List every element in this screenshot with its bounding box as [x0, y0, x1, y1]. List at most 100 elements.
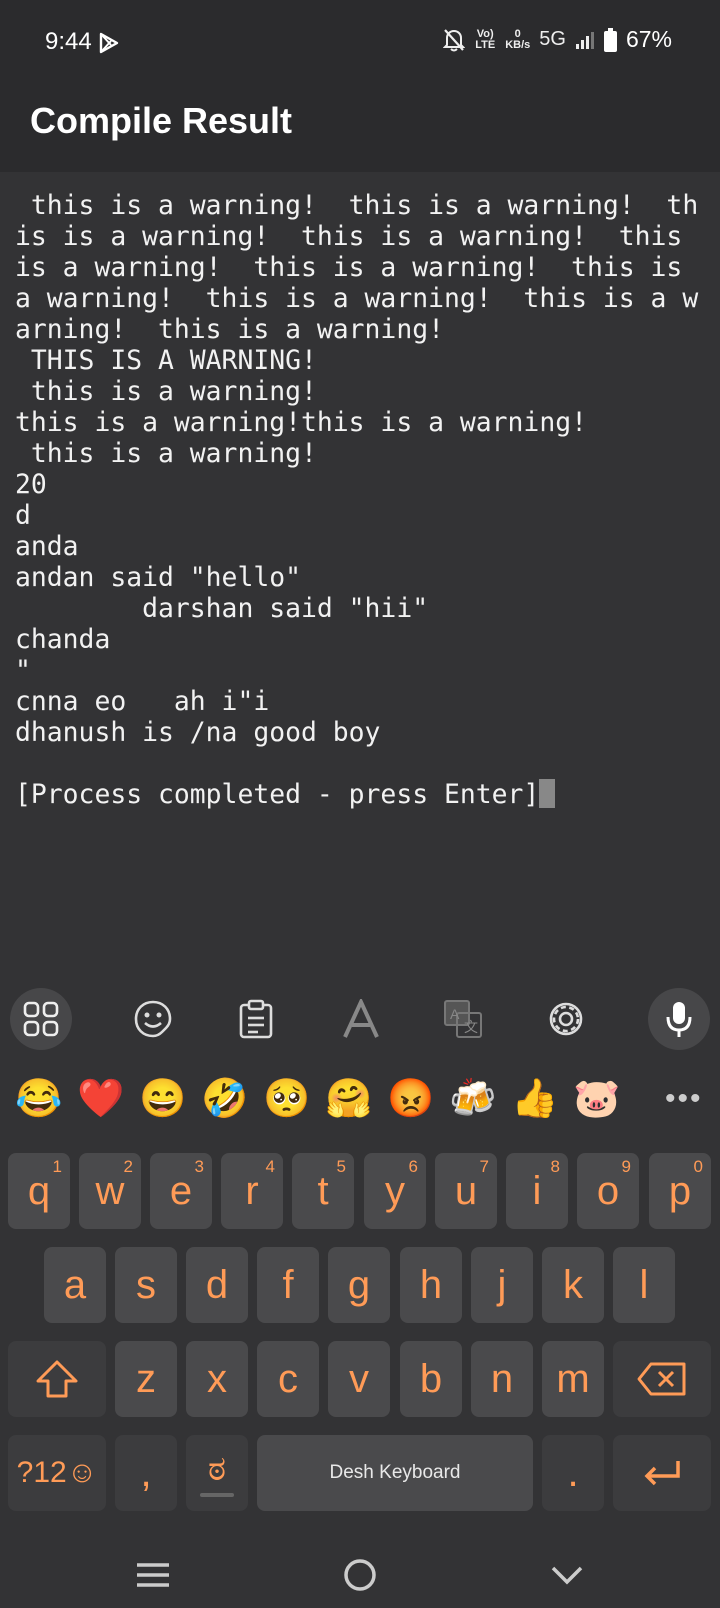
key-r[interactable]: r4 — [221, 1153, 283, 1229]
terminal-line: dhanush is /na good boy — [15, 717, 381, 748]
emoji-suggestion[interactable]: 😡 — [383, 1076, 439, 1122]
font-style-icon — [343, 999, 379, 1038]
key-hint: 7 — [479, 1157, 489, 1176]
emoji-suggestion[interactable]: 🍻 — [445, 1076, 501, 1122]
key-t[interactable]: t5 — [292, 1153, 354, 1229]
status-time: 9:44 — [45, 28, 92, 55]
key-j[interactable]: j — [471, 1247, 533, 1323]
key-w[interactable]: w2 — [79, 1153, 141, 1229]
battery-percent: 67% — [625, 26, 672, 52]
key-g[interactable]: g — [328, 1247, 390, 1323]
key-v[interactable]: v — [328, 1341, 390, 1417]
emoji-suggestion[interactable]: 😂 — [11, 1076, 67, 1122]
backspace-key[interactable] — [613, 1341, 711, 1417]
menu-icon — [137, 1563, 169, 1587]
key-b[interactable]: b — [400, 1341, 462, 1417]
key-u[interactable]: u7 — [435, 1153, 497, 1229]
emoji-suggestion[interactable]: 🤗 — [321, 1076, 377, 1122]
terminal-line: is a warning! this is a warning! this is — [15, 252, 683, 283]
clipboard-icon — [239, 999, 273, 1039]
terminal-line: is is a warning! this is a warning! this — [15, 221, 683, 252]
key-hint: 9 — [621, 1157, 631, 1176]
emoji-suggestion[interactable]: 🥺 — [259, 1076, 315, 1122]
key-s[interactable]: s — [115, 1247, 177, 1323]
key-n[interactable]: n — [471, 1341, 533, 1417]
comma-key[interactable]: , — [115, 1435, 177, 1511]
chevron-down-icon — [551, 1566, 583, 1585]
key-k[interactable]: k — [542, 1247, 604, 1323]
settings-button[interactable] — [535, 988, 597, 1050]
key-label: p — [668, 1168, 692, 1213]
symbols-key[interactable]: ?12☺ — [8, 1435, 106, 1511]
key-m[interactable]: m — [542, 1341, 604, 1417]
network-type: 5G — [539, 28, 566, 50]
key-hint: 1 — [52, 1157, 62, 1176]
key-l[interactable]: l — [613, 1247, 675, 1323]
sticker-button[interactable] — [122, 988, 184, 1050]
hide-keyboard-button[interactable] — [537, 1550, 597, 1600]
key-y[interactable]: y6 — [364, 1153, 426, 1229]
key-z[interactable]: z — [115, 1341, 177, 1417]
language-key[interactable]: ಠ — [186, 1435, 248, 1511]
recent-apps-button[interactable] — [123, 1550, 183, 1600]
voice-input-button[interactable] — [648, 988, 710, 1050]
period-key[interactable]: . — [542, 1435, 604, 1511]
terminal-line: this is a warning! — [15, 376, 317, 407]
emoji-suggestion[interactable]: ❤️ — [73, 1076, 129, 1122]
battery-icon — [603, 27, 617, 52]
terminal-line: 20 — [15, 469, 47, 500]
clipboard-button[interactable] — [225, 988, 287, 1050]
key-d[interactable]: d — [186, 1247, 248, 1323]
key-label: q — [27, 1168, 51, 1213]
key-label: e — [169, 1168, 193, 1213]
language-key-label: ಠ — [208, 1449, 226, 1488]
page-title: Compile Result — [30, 100, 293, 141]
terminal-line: this is a warning! — [15, 438, 317, 469]
key-x[interactable]: x — [186, 1341, 248, 1417]
signal-icon — [575, 31, 594, 49]
terminal-line: this is a warning! this is a warning! th — [15, 190, 699, 221]
key-q[interactable]: q1 — [8, 1153, 70, 1229]
key-label: w — [95, 1168, 125, 1213]
key-label: r — [245, 1168, 259, 1213]
more-emojis-icon[interactable]: ••• — [665, 1082, 703, 1116]
translate-button[interactable]: A 文 — [432, 988, 494, 1050]
space-bar[interactable]: Desh Keyboard — [257, 1435, 533, 1511]
key-p[interactable]: p0 — [649, 1153, 711, 1229]
key-i[interactable]: i8 — [506, 1153, 568, 1229]
emoji-suggestion[interactable]: 👍 — [507, 1076, 563, 1122]
key-hint: 3 — [194, 1157, 204, 1176]
translate-icon: A 文 — [444, 1000, 482, 1038]
key-c[interactable]: c — [257, 1341, 319, 1417]
terminal-line: a warning! this is a warning! this is a … — [15, 283, 699, 314]
microphone-icon — [666, 1002, 692, 1037]
font-button[interactable] — [330, 988, 392, 1050]
emoji-suggestion[interactable]: 🤣 — [197, 1076, 253, 1122]
key-label: y — [385, 1168, 405, 1213]
home-circle-icon — [344, 1559, 376, 1591]
key-f[interactable]: f — [257, 1247, 319, 1323]
emoji-suggestion[interactable]: 🐷 — [569, 1076, 625, 1122]
key-e[interactable]: e3 — [150, 1153, 212, 1229]
terminal-line: arning! this is a warning! — [15, 314, 444, 345]
svg-text:文: 文 — [464, 1019, 478, 1035]
key-hint: 8 — [550, 1157, 560, 1176]
gear-icon — [549, 1002, 583, 1036]
terminal-line: cnna eo ah i"i — [15, 686, 270, 717]
apps-button[interactable] — [10, 988, 72, 1050]
key-a[interactable]: a — [44, 1247, 106, 1323]
key-o[interactable]: o9 — [577, 1153, 639, 1229]
enter-icon — [644, 1461, 680, 1486]
key-h[interactable]: h — [400, 1247, 462, 1323]
key-label: o — [596, 1168, 620, 1213]
status-icons: Vo) LTE 0 KB/s 5G 67% — [443, 26, 672, 53]
terminal-line: anda — [15, 531, 79, 562]
shift-icon — [36, 1360, 78, 1398]
play-store-icon — [99, 32, 119, 54]
emoji-suggestion[interactable]: 😄 — [135, 1076, 191, 1122]
home-button[interactable] — [330, 1550, 390, 1600]
terminal-line: darshan said "hii" — [15, 593, 429, 624]
shift-key[interactable] — [8, 1341, 106, 1417]
enter-key[interactable] — [613, 1435, 711, 1511]
volte-indicator: Vo) LTE — [475, 27, 496, 51]
